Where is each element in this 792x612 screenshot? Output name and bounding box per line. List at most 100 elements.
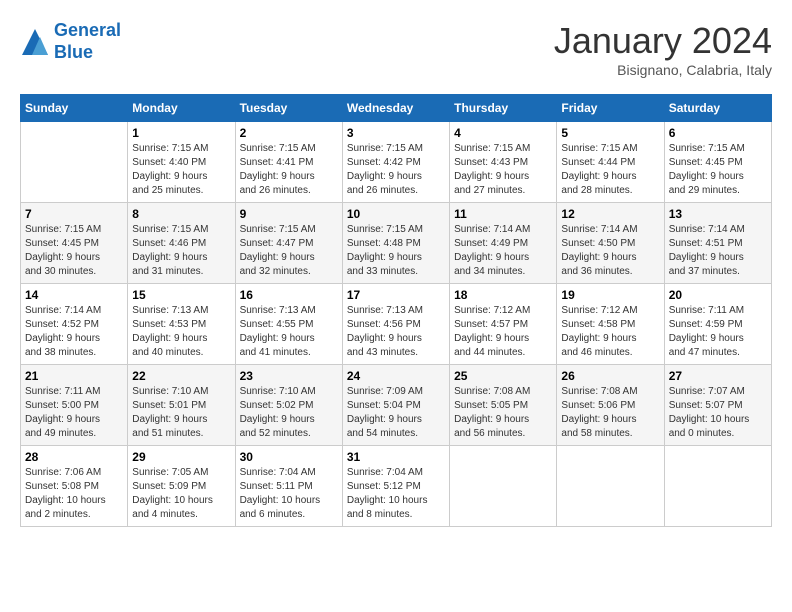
day-info: Sunrise: 7:09 AMSunset: 5:04 PMDaylight:… (347, 385, 445, 441)
logo-text: General Blue (54, 20, 121, 63)
day-info: Sunrise: 7:15 AMSunset: 4:42 PMDaylight:… (347, 142, 445, 198)
day-info: Sunrise: 7:15 AMSunset: 4:41 PMDaylight:… (240, 142, 338, 198)
calendar-cell: 29 Sunrise: 7:05 AMSunset: 5:09 PMDayligh… (128, 446, 235, 527)
day-number: 16 (240, 288, 338, 302)
header-row: SundayMondayTuesdayWednesdayThursdayFrid… (21, 95, 772, 122)
calendar-cell: 10 Sunrise: 7:15 AMSunset: 4:48 PMDayligh… (342, 203, 449, 284)
day-number: 24 (347, 369, 445, 383)
day-number: 7 (25, 207, 123, 221)
calendar-cell: 25 Sunrise: 7:08 AMSunset: 5:05 PMDayligh… (450, 365, 557, 446)
day-number: 19 (561, 288, 659, 302)
calendar-cell: 13 Sunrise: 7:14 AMSunset: 4:51 PMDayligh… (664, 203, 771, 284)
day-info: Sunrise: 7:15 AMSunset: 4:44 PMDaylight:… (561, 142, 659, 198)
header-cell-tuesday: Tuesday (235, 95, 342, 122)
day-info: Sunrise: 7:15 AMSunset: 4:48 PMDaylight:… (347, 223, 445, 279)
month-title: January 2024 (554, 20, 772, 62)
day-info: Sunrise: 7:04 AMSunset: 5:12 PMDaylight:… (347, 466, 445, 522)
calendar-cell: 16Sunrise: 7:13 AMSunset: 4:55 PMDayligh… (235, 284, 342, 365)
calendar-cell: 23 Sunrise: 7:10 AMSunset: 5:02 PMDayligh… (235, 365, 342, 446)
day-number: 2 (240, 126, 338, 140)
calendar-cell (450, 446, 557, 527)
day-number: 27 (669, 369, 767, 383)
calendar-cell: 24 Sunrise: 7:09 AMSunset: 5:04 PMDayligh… (342, 365, 449, 446)
day-info: Sunrise: 7:05 AMSunset: 5:09 PMDaylight:… (132, 466, 230, 522)
calendar-week-3: 14Sunrise: 7:14 AMSunset: 4:52 PMDayligh… (21, 284, 772, 365)
day-number: 30 (240, 450, 338, 464)
day-number: 1 (132, 126, 230, 140)
calendar-cell: 2 Sunrise: 7:15 AMSunset: 4:41 PMDaylight… (235, 122, 342, 203)
header-cell-monday: Monday (128, 95, 235, 122)
calendar-cell: 15 Sunrise: 7:13 AMSunset: 4:53 PMDayligh… (128, 284, 235, 365)
day-number: 10 (347, 207, 445, 221)
location-subtitle: Bisignano, Calabria, Italy (554, 62, 772, 78)
day-number: 22 (132, 369, 230, 383)
logo: General Blue (20, 20, 121, 63)
day-info: Sunrise: 7:15 AMSunset: 4:46 PMDaylight:… (132, 223, 230, 279)
day-number: 21 (25, 369, 123, 383)
day-number: 15 (132, 288, 230, 302)
day-number: 8 (132, 207, 230, 221)
day-info: Sunrise: 7:13 AMSunset: 4:53 PMDaylight:… (132, 304, 230, 360)
day-number: 31 (347, 450, 445, 464)
calendar-cell (557, 446, 664, 527)
day-info: Sunrise: 7:10 AMSunset: 5:01 PMDaylight:… (132, 385, 230, 441)
day-info: Sunrise: 7:11 AMSunset: 4:59 PMDaylight:… (669, 304, 767, 360)
day-info: Sunrise: 7:14 AMSunset: 4:52 PMDaylight:… (25, 304, 123, 360)
calendar-cell: 31 Sunrise: 7:04 AMSunset: 5:12 PMDayligh… (342, 446, 449, 527)
calendar-cell: 9Sunrise: 7:15 AMSunset: 4:47 PMDaylight… (235, 203, 342, 284)
day-info: Sunrise: 7:13 AMSunset: 4:56 PMDaylight:… (347, 304, 445, 360)
calendar-cell: 1Sunrise: 7:15 AMSunset: 4:40 PMDaylight… (128, 122, 235, 203)
page-header: General Blue January 2024 Bisignano, Cal… (20, 20, 772, 78)
calendar-cell: 4Sunrise: 7:15 AMSunset: 4:43 PMDaylight… (450, 122, 557, 203)
calendar-cell: 6 Sunrise: 7:15 AMSunset: 4:45 PMDaylight… (664, 122, 771, 203)
day-number: 23 (240, 369, 338, 383)
day-info: Sunrise: 7:08 AMSunset: 5:06 PMDaylight:… (561, 385, 659, 441)
day-number: 18 (454, 288, 552, 302)
day-info: Sunrise: 7:14 AMSunset: 4:51 PMDaylight:… (669, 223, 767, 279)
calendar-cell (664, 446, 771, 527)
calendar-week-4: 21Sunrise: 7:11 AMSunset: 5:00 PMDayligh… (21, 365, 772, 446)
logo-line2: Blue (54, 42, 93, 62)
calendar-cell: 18Sunrise: 7:12 AMSunset: 4:57 PMDayligh… (450, 284, 557, 365)
calendar-cell: 20 Sunrise: 7:11 AMSunset: 4:59 PMDayligh… (664, 284, 771, 365)
day-number: 11 (454, 207, 552, 221)
calendar-cell: 30 Sunrise: 7:04 AMSunset: 5:11 PMDayligh… (235, 446, 342, 527)
header-cell-sunday: Sunday (21, 95, 128, 122)
day-number: 26 (561, 369, 659, 383)
calendar-cell: 21Sunrise: 7:11 AMSunset: 5:00 PMDayligh… (21, 365, 128, 446)
calendar-week-1: 1Sunrise: 7:15 AMSunset: 4:40 PMDaylight… (21, 122, 772, 203)
calendar-cell: 5 Sunrise: 7:15 AMSunset: 4:44 PMDaylight… (557, 122, 664, 203)
day-info: Sunrise: 7:15 AMSunset: 4:47 PMDaylight:… (240, 223, 338, 279)
calendar-cell: 17Sunrise: 7:13 AMSunset: 4:56 PMDayligh… (342, 284, 449, 365)
day-number: 20 (669, 288, 767, 302)
calendar-table: SundayMondayTuesdayWednesdayThursdayFrid… (20, 94, 772, 527)
title-block: January 2024 Bisignano, Calabria, Italy (554, 20, 772, 78)
day-number: 3 (347, 126, 445, 140)
calendar-cell: 7 Sunrise: 7:15 AMSunset: 4:45 PMDaylight… (21, 203, 128, 284)
day-info: Sunrise: 7:15 AMSunset: 4:45 PMDaylight:… (669, 142, 767, 198)
day-number: 6 (669, 126, 767, 140)
calendar-cell: 26 Sunrise: 7:08 AMSunset: 5:06 PMDayligh… (557, 365, 664, 446)
day-info: Sunrise: 7:10 AMSunset: 5:02 PMDaylight:… (240, 385, 338, 441)
calendar-cell: 14Sunrise: 7:14 AMSunset: 4:52 PMDayligh… (21, 284, 128, 365)
day-number: 29 (132, 450, 230, 464)
day-info: Sunrise: 7:15 AMSunset: 4:45 PMDaylight:… (25, 223, 123, 279)
calendar-cell: 27 Sunrise: 7:07 AMSunset: 5:07 PMDayligh… (664, 365, 771, 446)
day-info: Sunrise: 7:12 AMSunset: 4:58 PMDaylight:… (561, 304, 659, 360)
day-info: Sunrise: 7:07 AMSunset: 5:07 PMDaylight:… (669, 385, 767, 441)
header-cell-friday: Friday (557, 95, 664, 122)
calendar-cell: 28Sunrise: 7:06 AMSunset: 5:08 PMDayligh… (21, 446, 128, 527)
day-number: 13 (669, 207, 767, 221)
calendar-cell (21, 122, 128, 203)
day-number: 5 (561, 126, 659, 140)
day-number: 12 (561, 207, 659, 221)
day-info: Sunrise: 7:04 AMSunset: 5:11 PMDaylight:… (240, 466, 338, 522)
day-info: Sunrise: 7:08 AMSunset: 5:05 PMDaylight:… (454, 385, 552, 441)
header-cell-thursday: Thursday (450, 95, 557, 122)
calendar-cell: 12 Sunrise: 7:14 AMSunset: 4:50 PMDayligh… (557, 203, 664, 284)
day-number: 28 (25, 450, 123, 464)
day-number: 25 (454, 369, 552, 383)
day-info: Sunrise: 7:14 AMSunset: 4:50 PMDaylight:… (561, 223, 659, 279)
calendar-cell: 19 Sunrise: 7:12 AMSunset: 4:58 PMDayligh… (557, 284, 664, 365)
calendar-cell: 8 Sunrise: 7:15 AMSunset: 4:46 PMDaylight… (128, 203, 235, 284)
